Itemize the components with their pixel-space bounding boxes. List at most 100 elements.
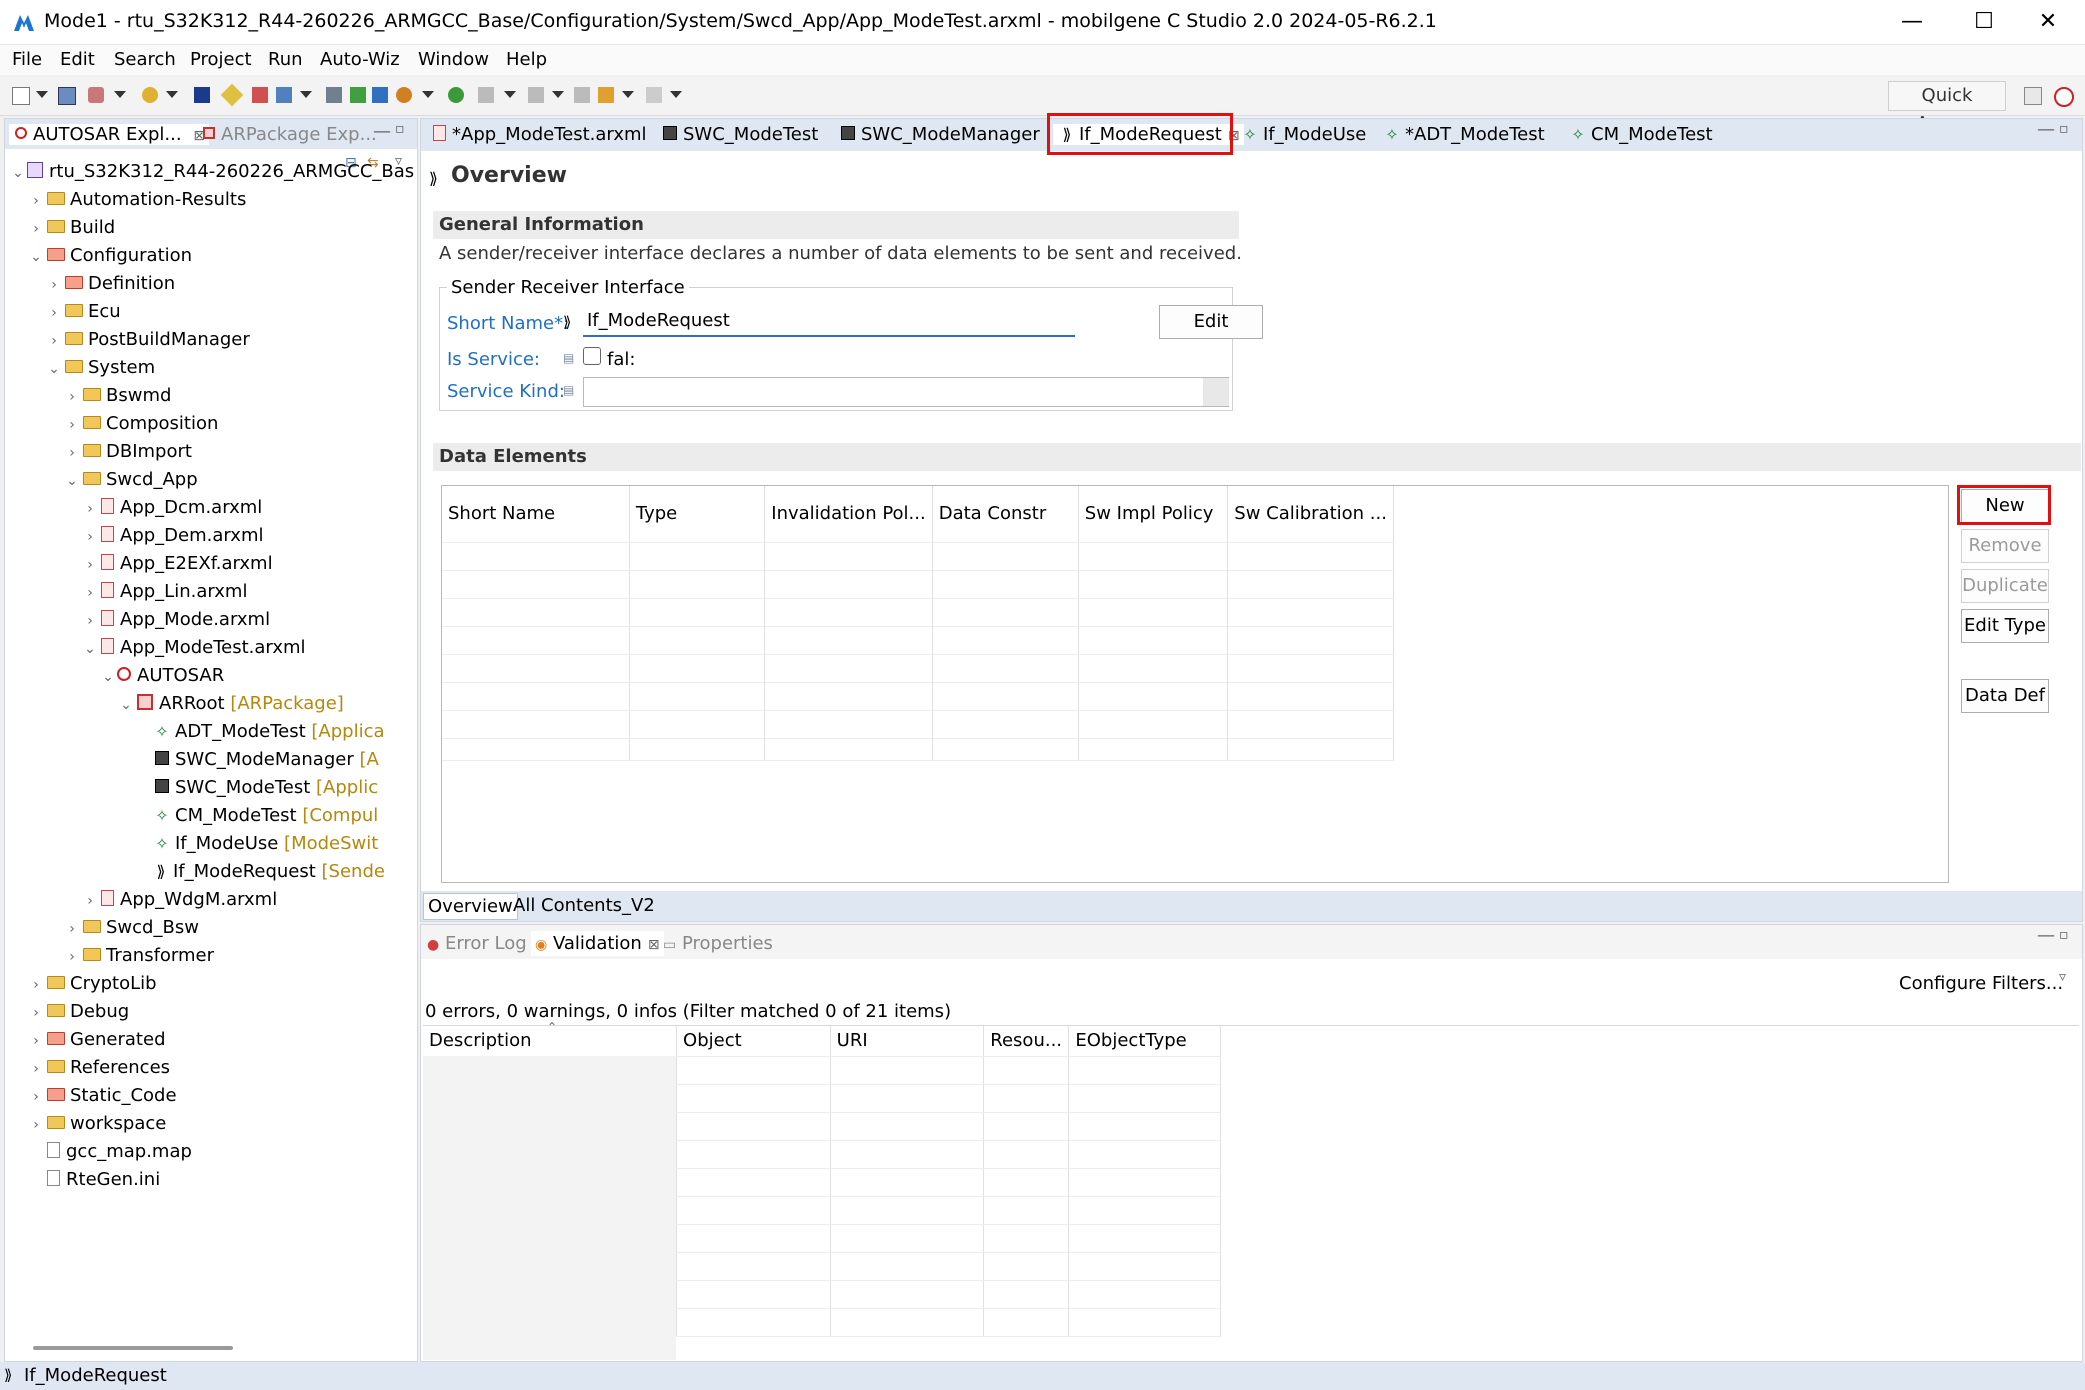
maximize-editor-icon[interactable]: ▫ bbox=[2059, 121, 2069, 137]
forward-dropdown-icon[interactable] bbox=[670, 91, 682, 98]
tree-item[interactable]: › PostBuildManager bbox=[47, 327, 250, 353]
tab-cm-modetest[interactable]: ✧ CM_ModeTest bbox=[1567, 124, 1712, 145]
horizontal-scrollbar[interactable] bbox=[33, 1346, 233, 1350]
tree-item[interactable]: › References bbox=[29, 1055, 170, 1081]
tree-item[interactable]: › Transformer bbox=[65, 943, 214, 969]
minimize-view-icon[interactable]: — bbox=[2037, 925, 2055, 946]
history-back-dropdown-icon[interactable] bbox=[622, 91, 634, 98]
tab-swc-modemanager[interactable]: SWC_ModeManager bbox=[837, 124, 1040, 145]
chevron-down-icon[interactable]: ⌄ bbox=[65, 468, 79, 494]
chevron-right-icon[interactable]: › bbox=[29, 1000, 43, 1026]
tree-item[interactable]: ⌄ ARRoot [ARPackage] bbox=[119, 691, 344, 717]
tool-h-icon[interactable] bbox=[528, 87, 544, 103]
tool-c-icon[interactable] bbox=[326, 87, 342, 103]
tree-item[interactable]: SWC_ModeTest [Applic bbox=[137, 775, 378, 801]
tree-item[interactable]: › Definition bbox=[47, 271, 175, 297]
open-perspective-icon[interactable] bbox=[2024, 87, 2042, 105]
tree-item[interactable]: ✧ If_ModeUse [ModeSwit bbox=[137, 831, 378, 857]
chevron-right-icon[interactable]: › bbox=[29, 188, 43, 214]
tree-item[interactable]: SWC_ModeManager [A bbox=[137, 747, 379, 773]
tab-swc-modetest[interactable]: SWC_ModeTest bbox=[659, 124, 818, 145]
tree-item[interactable]: › App_Mode.arxml bbox=[83, 607, 270, 633]
tab-properties[interactable]: ▭ Properties bbox=[663, 933, 773, 954]
tree-item[interactable]: › App_Lin.arxml bbox=[83, 579, 247, 605]
column-object[interactable]: Object bbox=[676, 1026, 831, 1057]
chevron-right-icon[interactable]: › bbox=[65, 944, 79, 970]
tree-item[interactable]: › Bswmd bbox=[65, 383, 171, 409]
new-dropdown-icon[interactable] bbox=[36, 91, 48, 98]
terminal-icon[interactable] bbox=[194, 87, 210, 103]
chevron-down-icon[interactable]: ⌄ bbox=[83, 636, 97, 662]
service-kind-select[interactable] bbox=[583, 377, 1229, 407]
tree-item[interactable]: ⌄ App_ModeTest.arxml bbox=[83, 635, 305, 662]
view-menu-icon[interactable]: ▿ bbox=[2059, 969, 2066, 985]
chevron-right-icon[interactable]: › bbox=[65, 412, 79, 438]
tree-item[interactable]: › App_Dem.arxml bbox=[83, 523, 263, 549]
tree-item[interactable]: › App_Dcm.arxml bbox=[83, 495, 262, 521]
chevron-right-icon[interactable]: › bbox=[47, 328, 61, 354]
tab-overview[interactable]: Overview bbox=[423, 893, 518, 920]
tree-item[interactable]: › Composition bbox=[65, 411, 218, 437]
remove-button[interactable]: Remove bbox=[1961, 529, 2049, 563]
tree-item[interactable]: › Swcd_Bsw bbox=[65, 915, 199, 941]
tree-item[interactable]: › CryptoLib bbox=[29, 971, 156, 998]
menu-run[interactable]: Run bbox=[268, 49, 303, 70]
edit-short-name-button[interactable]: Edit bbox=[1159, 305, 1263, 339]
run-icon[interactable] bbox=[448, 87, 464, 103]
tab-if-modeuse[interactable]: ✧ If_ModeUse bbox=[1239, 124, 1366, 145]
column-resource[interactable]: Resou... bbox=[983, 1026, 1070, 1057]
minimize-editor-icon[interactable]: — bbox=[2037, 119, 2055, 140]
wizard-dropdown-icon[interactable] bbox=[166, 91, 178, 98]
tree-item[interactable]: ⌄ Configuration bbox=[29, 243, 192, 269]
tree-item[interactable]: › Build bbox=[29, 215, 115, 241]
tool-e-icon[interactable] bbox=[372, 87, 388, 103]
minimize-button[interactable]: — bbox=[1876, 0, 1948, 44]
tree-item[interactable]: gcc_map.map bbox=[29, 1139, 192, 1165]
chevron-right-icon[interactable]: › bbox=[83, 496, 97, 522]
tab-error-log[interactable]: ● Error Log bbox=[427, 933, 527, 954]
is-service-label[interactable]: Is Service: bbox=[447, 349, 540, 370]
data-def-button[interactable]: Data Def bbox=[1961, 679, 2049, 713]
chevron-right-icon[interactable]: › bbox=[83, 608, 97, 634]
tool-g-icon[interactable] bbox=[478, 87, 494, 103]
column-type[interactable]: Type bbox=[629, 486, 766, 543]
tool-d-icon[interactable] bbox=[350, 87, 366, 103]
column-sw-impl-policy[interactable]: Sw Impl Policy bbox=[1078, 486, 1229, 543]
chevron-right-icon[interactable]: › bbox=[29, 216, 43, 242]
tree-item[interactable]: › workspace bbox=[29, 1111, 166, 1137]
tree-item[interactable]: ⌄ AUTOSAR bbox=[101, 663, 224, 689]
tree-item[interactable]: › Automation-Results bbox=[29, 187, 246, 213]
column-eobjecttype[interactable]: EObjectType bbox=[1068, 1026, 1221, 1057]
autosar-perspective-icon[interactable] bbox=[2054, 87, 2074, 107]
forward-icon[interactable] bbox=[646, 87, 662, 103]
chevron-right-icon[interactable]: › bbox=[29, 972, 43, 998]
tree-item[interactable]: ⌄ Swcd_App bbox=[65, 467, 198, 493]
maximize-button[interactable]: ☐ bbox=[1948, 0, 2020, 44]
chevron-down-icon[interactable]: ⌄ bbox=[29, 244, 43, 270]
column-invalidation-policy[interactable]: Invalidation Pol... bbox=[764, 486, 933, 543]
wizard-icon[interactable] bbox=[142, 87, 158, 103]
column-sw-calibration[interactable]: Sw Calibration ... bbox=[1227, 486, 1394, 543]
close-button[interactable]: ✕ bbox=[2012, 0, 2084, 44]
tree-item[interactable]: ✧ ADT_ModeTest [Applica bbox=[137, 719, 384, 745]
chevron-right-icon[interactable]: › bbox=[65, 384, 79, 410]
tool-f-icon[interactable] bbox=[396, 87, 412, 103]
tab-app-modetest-arxml[interactable]: *App_ModeTest.arxml bbox=[429, 124, 647, 145]
tree-item[interactable]: › Ecu bbox=[47, 299, 121, 325]
menu-window[interactable]: Window bbox=[418, 49, 489, 70]
menu-project[interactable]: Project bbox=[190, 49, 252, 70]
chevron-down-icon[interactable]: ⌄ bbox=[119, 692, 133, 718]
history-back-icon[interactable] bbox=[598, 87, 614, 103]
new-icon[interactable] bbox=[12, 87, 30, 105]
tab-adt-modetest[interactable]: ✧ *ADT_ModeTest bbox=[1381, 124, 1544, 145]
service-kind-dropdown-icon[interactable] bbox=[1203, 378, 1229, 406]
short-name-label[interactable]: Short Name*: bbox=[447, 313, 569, 334]
tree-item[interactable]: ⟫ If_ModeRequest [Sende bbox=[137, 859, 385, 885]
is-service-checkbox[interactable] bbox=[583, 347, 601, 365]
chevron-down-icon[interactable]: ⌄ bbox=[101, 664, 115, 690]
tree-item[interactable]: RteGen.ini bbox=[29, 1167, 160, 1193]
menu-auto-wiz[interactable]: Auto-Wiz bbox=[320, 49, 400, 70]
build-icon[interactable] bbox=[88, 87, 104, 103]
edit-type-button[interactable]: Edit Type bbox=[1961, 609, 2049, 643]
column-data-constr[interactable]: Data Constr bbox=[932, 486, 1079, 543]
